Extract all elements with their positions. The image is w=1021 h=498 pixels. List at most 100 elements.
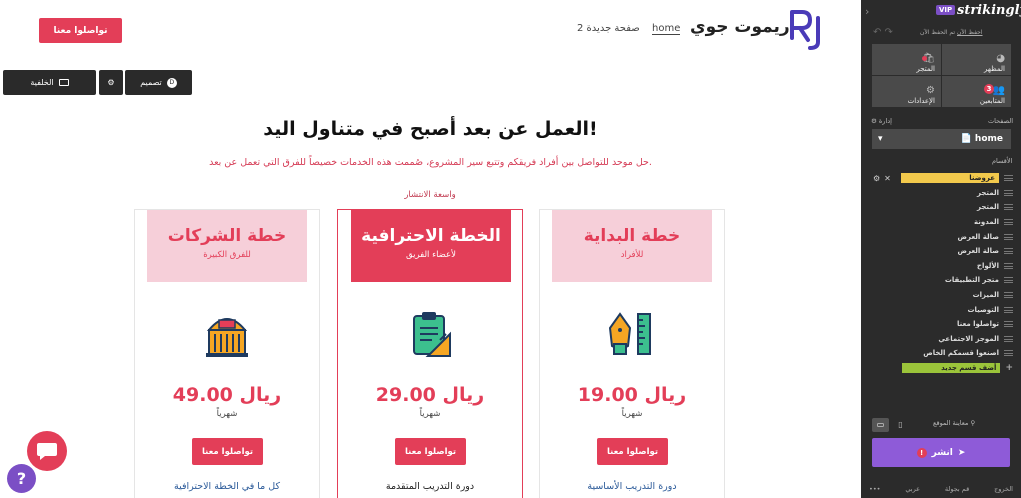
exit-link[interactable]: الخروج <box>994 485 1013 493</box>
design-badge: D <box>166 77 177 88</box>
nav-link-page2[interactable]: صفحة جديدة 2 <box>577 23 640 34</box>
language-link[interactable]: عربي <box>905 485 920 493</box>
section-item[interactable]: صالة العرض <box>873 244 1013 259</box>
popular-badge: واسعة الانتشار <box>404 190 456 200</box>
more-options[interactable]: ••• <box>869 485 881 493</box>
section-item[interactable]: المتجر <box>873 200 1013 215</box>
pricing-card-pro: الخطة الاحترافية لأعضاء الفريق 29.00 ريا… <box>337 209 523 498</box>
drag-handle-icon[interactable] <box>1004 219 1013 226</box>
settings-button[interactable]: ⚙ <box>99 70 123 95</box>
section-item[interactable]: الموجز الاجتماعي <box>873 332 1013 347</box>
site-logo[interactable] <box>790 8 824 50</box>
section-item[interactable]: الألواح <box>873 259 1013 274</box>
plan-contact-button[interactable]: تواصلوا معنا <box>597 438 668 465</box>
drag-handle-icon[interactable] <box>1004 350 1013 357</box>
plan-title[interactable]: خطة البداية <box>552 226 712 246</box>
plan-subtitle[interactable]: للأفراد <box>552 250 712 260</box>
mobile-icon[interactable]: ▯ <box>892 418 909 432</box>
settings-label: الإعدادات <box>907 97 935 105</box>
add-section-button[interactable]: أضف قسم جديد + <box>873 361 1013 376</box>
manage-pages-link[interactable]: ⚙ إدارة <box>871 117 892 125</box>
plan-price[interactable]: 19.00 ريال <box>540 384 724 406</box>
gear-icon[interactable]: ⚙ <box>873 174 880 183</box>
palette-icon: ◕ <box>996 53 1005 64</box>
section-item[interactable]: ⚙ ✕ عروضنا <box>873 171 1013 186</box>
rocket-icon: ➤ <box>957 447 966 458</box>
plan-period[interactable]: شهرياً <box>135 409 319 419</box>
image-icon <box>58 79 69 86</box>
plan-price[interactable]: 49.00 ريال <box>135 384 319 406</box>
card-header: الخطة الاحترافية لأعضاء الفريق <box>351 210 511 282</box>
followers-tile[interactable]: 3 👥 المتابعين <box>942 76 1011 107</box>
collapse-sidebar-icon[interactable]: › <box>865 5 869 18</box>
plan-period[interactable]: شهرياً <box>540 409 724 419</box>
tour-link[interactable]: قم بجولة <box>945 485 969 493</box>
help-button[interactable]: ? <box>7 464 36 493</box>
section-subheadline[interactable]: حل موحد للتواصل بين أفراد فريقكم وتتبع س… <box>0 157 861 168</box>
background-button[interactable]: الخلفية <box>3 70 96 95</box>
section-item[interactable]: المتجر <box>873 186 1013 201</box>
section-item[interactable]: تواصلوا معنا <box>873 317 1013 332</box>
plan-feature[interactable]: كل ما في الخطة الاحترافية <box>135 481 319 492</box>
section-name: التوصيات <box>967 305 999 314</box>
section-item[interactable]: التوصيات <box>873 302 1013 317</box>
header-contact-button[interactable]: تواصلوا معنا <box>39 18 122 43</box>
drag-handle-icon[interactable] <box>1004 204 1013 211</box>
plan-period[interactable]: شهرياً <box>338 409 522 419</box>
section-item[interactable]: اصنعوا قسمكم الخاص <box>873 346 1013 361</box>
nav-link-home[interactable]: home <box>652 23 681 35</box>
store-tile[interactable]: 🛍 المتجر <box>872 44 941 75</box>
site-name[interactable]: ريموت جوي <box>690 17 790 37</box>
plan-feature[interactable]: دورة التدريب الأساسية <box>540 481 724 492</box>
drag-handle-icon[interactable] <box>1004 292 1013 299</box>
drag-handle-icon[interactable] <box>1004 321 1013 328</box>
plan-title[interactable]: خطة الشركات <box>147 226 307 246</box>
page-selector[interactable]: ▾ 📄 home <box>872 129 1011 149</box>
section-item[interactable]: الميزات <box>873 288 1013 303</box>
drag-handle-icon[interactable] <box>1004 335 1013 342</box>
save-link[interactable]: احفظ الآن <box>957 29 983 36</box>
section-name: الميزات <box>972 291 999 300</box>
drag-handle-icon[interactable] <box>1004 262 1013 269</box>
section-name: المتجر <box>977 203 999 212</box>
drag-handle-icon[interactable] <box>1004 277 1013 284</box>
manage-label: إدارة <box>878 117 892 125</box>
section-item[interactable]: صالة العرض <box>873 229 1013 244</box>
section-name: المتجر <box>977 188 999 197</box>
plan-subtitle[interactable]: للفرق الكبيرة <box>147 250 307 260</box>
section-name: الألواح <box>976 261 999 270</box>
drag-handle-icon[interactable] <box>1004 189 1013 196</box>
design-button[interactable]: تصميم D <box>125 70 192 95</box>
drag-handle-icon[interactable] <box>1004 175 1013 182</box>
pages-label: الصفحات <box>988 117 1014 125</box>
vip-badge: VIP <box>936 5 956 15</box>
chevron-down-icon: ▾ <box>878 134 883 144</box>
plan-price[interactable]: 29.00 ريال <box>338 384 522 406</box>
drag-handle-icon[interactable] <box>1004 306 1013 313</box>
clipboard-icon <box>413 312 451 357</box>
plan-contact-button[interactable]: تواصلوا معنا <box>395 438 466 465</box>
desktop-icon[interactable]: ▭ <box>872 417 889 432</box>
drag-handle-icon[interactable] <box>1004 248 1013 255</box>
current-page: home <box>974 134 1003 144</box>
close-icon[interactable]: ✕ <box>884 174 891 183</box>
appearance-tile[interactable]: ◕ المظهر <box>942 44 1011 75</box>
drag-handle-icon[interactable] <box>1004 233 1013 240</box>
chat-button[interactable] <box>27 431 67 471</box>
section-item[interactable]: المدونة <box>873 215 1013 230</box>
question-icon: ? <box>16 469 27 488</box>
plan-title[interactable]: الخطة الاحترافية <box>351 226 511 246</box>
plan-contact-button[interactable]: تواصلوا معنا <box>192 438 263 465</box>
preview-site-link[interactable]: معاينة الموقع ⚲ <box>933 419 975 427</box>
design-label: تصميم <box>140 78 162 87</box>
followers-label: المتابعين <box>979 97 1005 105</box>
settings-tile[interactable]: ⚙ الإعدادات <box>872 76 941 107</box>
pricing-card-enterprise: خطة الشركات للفرق الكبيرة 49.00 ريال شهر… <box>134 209 320 498</box>
publish-button[interactable]: ! انشر ➤ <box>872 438 1010 467</box>
plan-feature[interactable]: دورة التدريب المتقدمة <box>338 481 522 492</box>
strikingly-logo: strikingly <box>957 3 1021 18</box>
undo-redo-icons[interactable]: ↶ ↷ <box>873 27 893 38</box>
section-item[interactable]: متجر التطبيقات <box>873 273 1013 288</box>
plan-subtitle[interactable]: لأعضاء الفريق <box>351 250 511 260</box>
section-headline[interactable]: العمل عن بعد أصبح في متناول اليد! <box>0 118 861 140</box>
